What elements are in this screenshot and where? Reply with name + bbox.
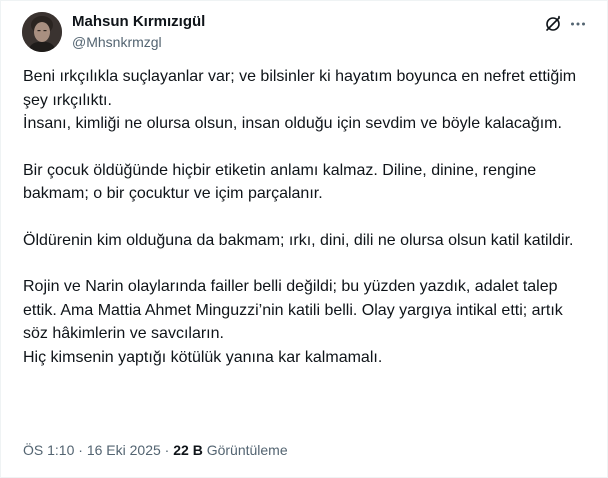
grok-icon[interactable]	[542, 13, 564, 35]
meta-separator: ·	[78, 442, 83, 458]
tweet-time[interactable]: ÖS 1:10	[23, 442, 74, 458]
meta-separator: ·	[164, 442, 170, 458]
views-label: Görüntüleme	[206, 442, 288, 458]
more-icon[interactable]	[567, 13, 589, 35]
author-name[interactable]: Mahsun Kırmızıgül	[72, 13, 205, 30]
tweet-paragraph: Öldürenin kim olduğuna da bakmam; ırkı, …	[23, 231, 574, 249]
avatar[interactable]	[22, 12, 62, 52]
author-handle[interactable]: @Mhsnkrmzgl	[72, 34, 162, 50]
tweet-paragraph: Beni ırkçılıkla suçlayanlar var; ve bils…	[23, 68, 577, 109]
tweet-paragraph: Rojin ve Narin olaylarında failler belli…	[23, 278, 563, 342]
tweet-paragraph: İnsanı, kimliği ne olursa olsun, insan o…	[23, 115, 562, 132]
tweet-paragraph: Bir çocuk öldüğünde hiçbir etiketin anla…	[23, 161, 537, 203]
tweet-card: Mahsun Kırmızıgül @Mhsnkrmzgl Beni ırkçı…	[0, 0, 608, 478]
views-count: 22 B	[173, 442, 203, 458]
tweet-text: Beni ırkçılıkla suçlayanlar var; ve bils…	[23, 65, 583, 369]
tweet-meta: ÖS 1:10 · 16 Eki 2025 · 22 B Görüntüleme	[23, 442, 288, 458]
tweet-paragraph: Hiç kimsenin yaptığı kötülük yanına kar …	[23, 348, 383, 366]
tweet-date[interactable]: 16 Eki 2025	[87, 442, 161, 458]
